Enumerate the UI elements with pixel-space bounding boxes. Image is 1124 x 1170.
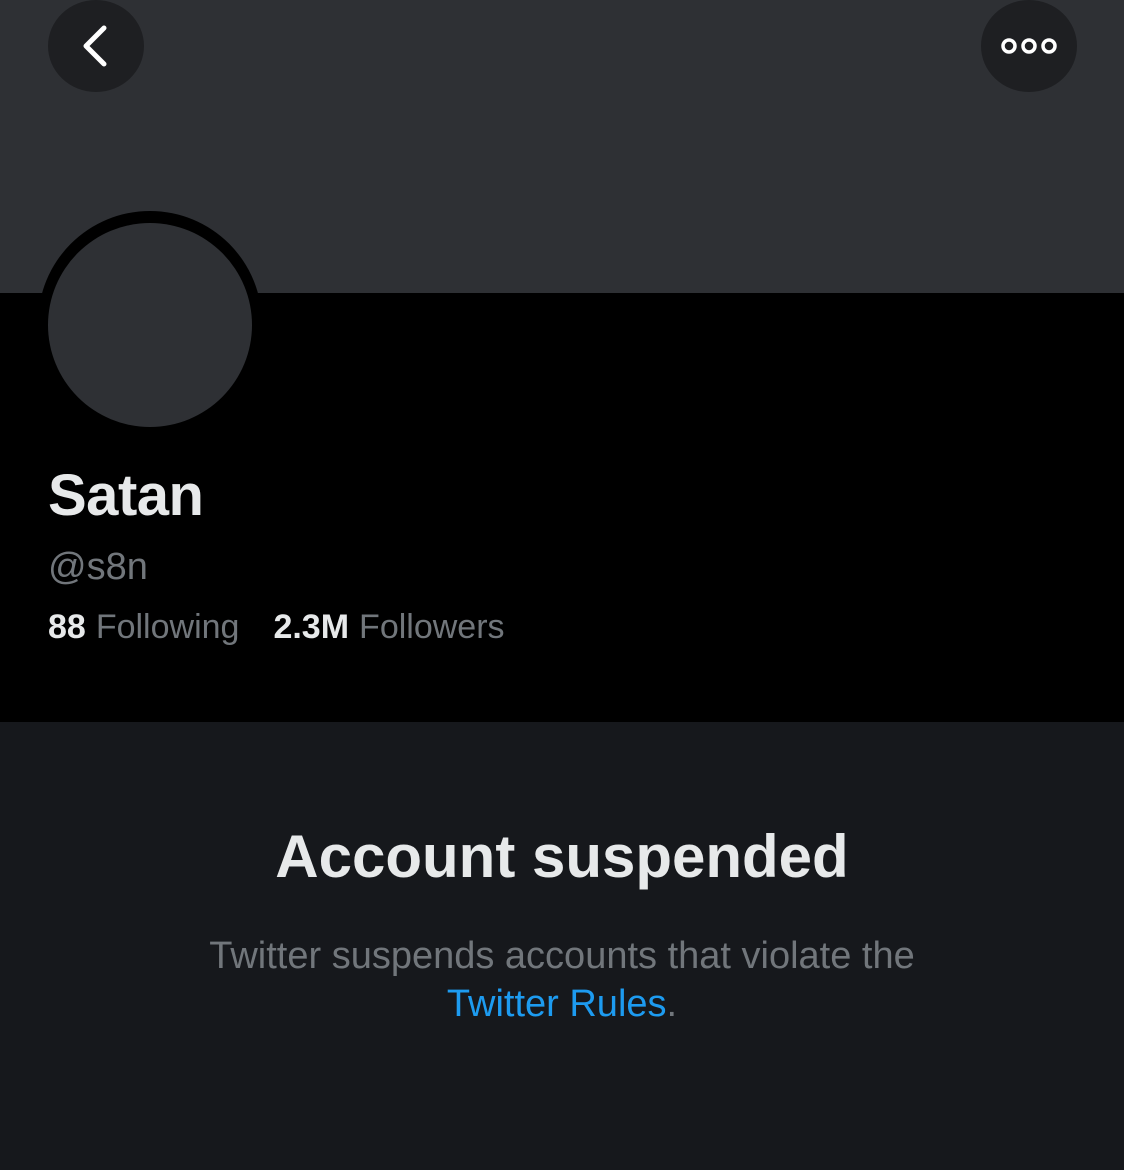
suspension-message-text: Twitter suspends accounts that violate t… bbox=[209, 935, 915, 977]
followers-label: Followers bbox=[359, 608, 505, 646]
suspension-title: Account suspended bbox=[275, 823, 849, 890]
display-name: Satan bbox=[48, 463, 204, 528]
following-link[interactable]: 88 Following bbox=[48, 608, 239, 647]
ellipsis-icon bbox=[1001, 38, 1057, 54]
following-label: Following bbox=[95, 608, 240, 646]
suspension-message-period: . bbox=[666, 983, 678, 1025]
follow-stats: 88 Following 2.3M Followers bbox=[48, 608, 505, 647]
more-options-button[interactable] bbox=[981, 0, 1077, 92]
suspension-message: Twitter suspends accounts that violate t… bbox=[100, 932, 1024, 1028]
following-count: 88 bbox=[48, 608, 86, 646]
user-handle: @s8n bbox=[48, 546, 148, 588]
twitter-rules-link[interactable]: Twitter Rules bbox=[447, 983, 667, 1025]
followers-link[interactable]: 2.3M Followers bbox=[273, 608, 504, 647]
back-button[interactable] bbox=[48, 0, 144, 92]
chevron-left-icon bbox=[83, 25, 107, 67]
avatar[interactable] bbox=[48, 223, 252, 427]
followers-count: 2.3M bbox=[273, 608, 350, 646]
profile-page: Satan @s8n 88 Following 2.3M Followers Acco… bbox=[0, 0, 1124, 1170]
